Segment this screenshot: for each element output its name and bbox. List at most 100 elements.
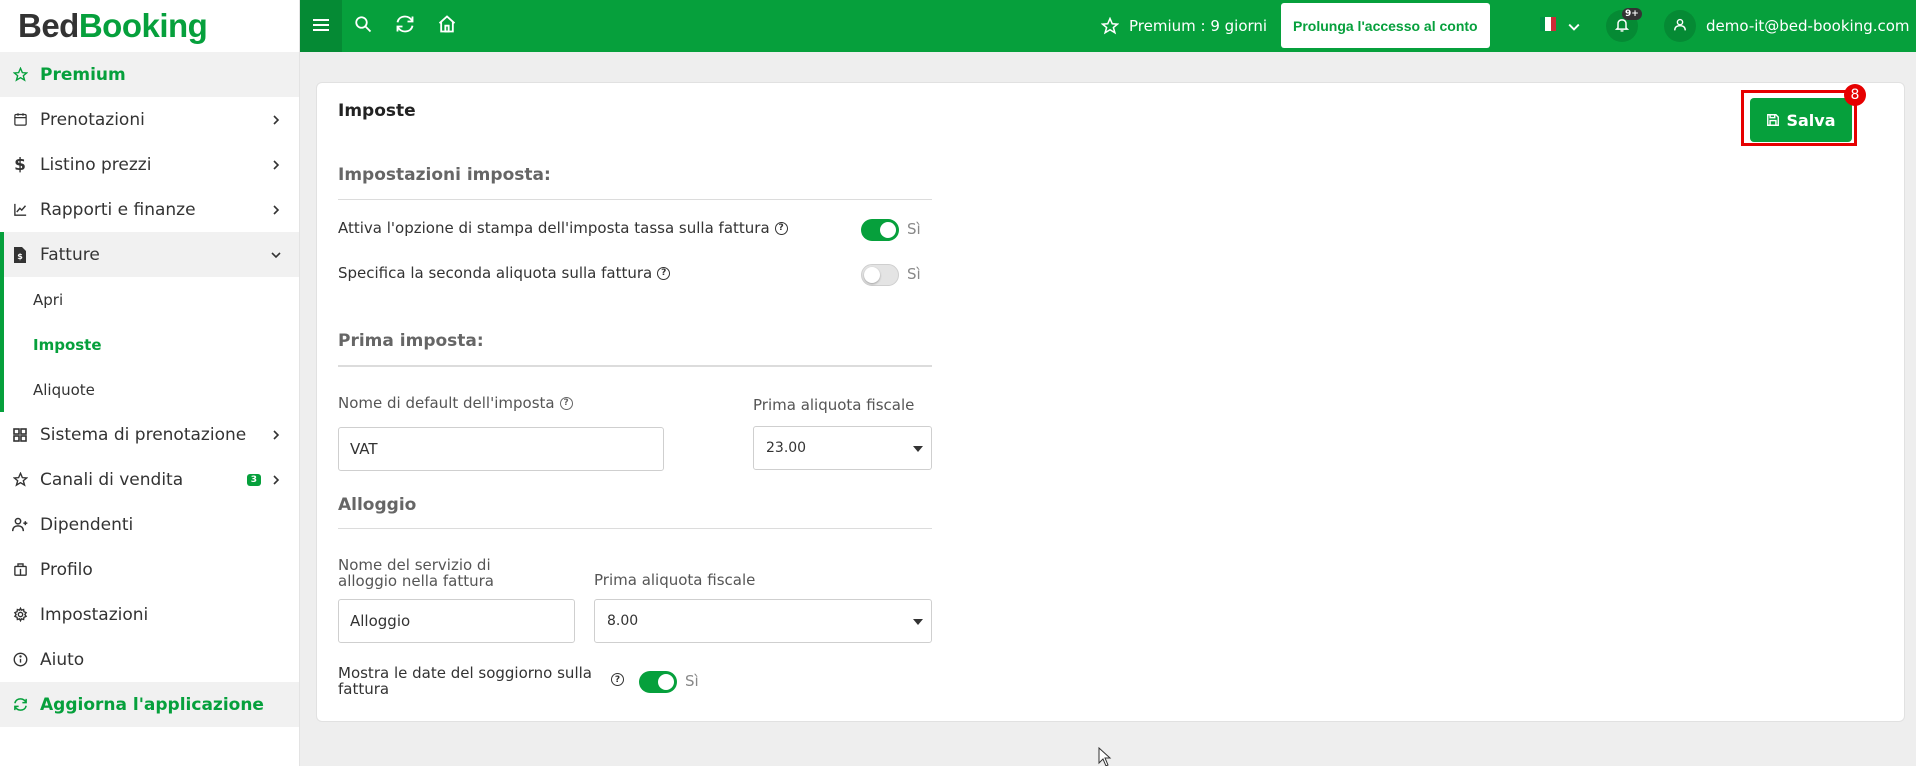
page-title: Imposte: [338, 101, 416, 121]
invoices-submenu: Apri Imposte Aliquote: [0, 277, 299, 412]
gear-icon: [12, 607, 28, 623]
search-button[interactable]: [342, 0, 384, 52]
sidebar-item-label: Impostazioni: [40, 604, 149, 625]
premium-days: 9 giorni: [1210, 17, 1268, 35]
sidebar-item-label: Listino prezzi: [40, 154, 152, 175]
star-icon: [12, 67, 28, 83]
mouse-cursor-icon: [1098, 746, 1112, 766]
menu-toggle-button[interactable]: [300, 0, 342, 52]
default-tax-name-input[interactable]: VAT: [338, 427, 664, 471]
sidebar-item-label: Canali di vendita: [40, 469, 184, 490]
sidebar-subitem-open[interactable]: Apri: [4, 277, 299, 322]
user-avatar[interactable]: [1664, 10, 1696, 42]
sidebar-item-invoices[interactable]: $ Fatture: [0, 232, 299, 277]
sidebar: Bed Booking Premium Prenotazioni $ Listin…: [0, 0, 300, 766]
save-button-label: Salva: [1786, 110, 1836, 130]
divider: [338, 528, 932, 529]
first-tax-heading: Prima imposta:: [338, 331, 484, 351]
app-logo[interactable]: Bed Booking: [0, 0, 299, 52]
second-rate-label: Specifica la seconda aliquota sulla fatt…: [338, 264, 653, 282]
divider: [338, 365, 932, 367]
show-dates-toggle[interactable]: [639, 671, 677, 693]
user-email[interactable]: demo-it@bed-booking.com: [1706, 0, 1910, 52]
search-icon: [354, 15, 372, 37]
language-flag-icon[interactable]: [1540, 17, 1556, 31]
lodging-service-name-input[interactable]: Alloggio: [338, 599, 575, 643]
second-rate-toggle-text: Sì: [907, 265, 921, 283]
logo-text-booking: Booking: [78, 7, 208, 44]
lodging-rate-value: 8.00: [607, 613, 639, 629]
first-tax-rate-select[interactable]: 23.00: [753, 426, 932, 470]
show-dates-toggle-text: Sì: [685, 672, 699, 690]
sidebar-item-settings[interactable]: Impostazioni: [0, 592, 299, 637]
star-icon: [12, 472, 28, 488]
lodging-heading: Alloggio: [338, 495, 417, 515]
sidebar-subitem-taxes[interactable]: Imposte: [4, 322, 299, 367]
sidebar-item-profile[interactable]: Profilo: [0, 547, 299, 592]
home-button[interactable]: [426, 0, 468, 52]
extend-access-button[interactable]: Prolunga l'accesso al conto: [1281, 3, 1490, 48]
sidebar-item-booking-system[interactable]: Sistema di prenotazione: [0, 412, 299, 457]
help-icon[interactable]: ?: [611, 673, 624, 686]
lodging-rate-select[interactable]: 8.00: [594, 599, 932, 643]
chevron-right-icon: [271, 204, 283, 215]
help-icon[interactable]: ?: [559, 396, 573, 410]
lodging-service-name-label: Nome del servizio di alloggio nella fatt…: [338, 556, 494, 590]
second-rate-row: Specifica la seconda aliquota sulla fatt…: [338, 264, 671, 282]
print-tax-toggle[interactable]: [861, 219, 899, 241]
help-icon[interactable]: ?: [774, 221, 788, 235]
default-tax-name-label-row: Nome di default dell'imposta ?: [338, 395, 573, 411]
print-tax-toggle-text: Sì: [907, 220, 921, 238]
floppy-disk-icon: [1766, 113, 1780, 127]
sidebar-item-label: Sistema di prenotazione: [40, 424, 247, 445]
second-rate-toggle[interactable]: [861, 264, 899, 286]
sidebar-item-premium[interactable]: Premium: [0, 52, 299, 97]
sidebar-subitem-rates[interactable]: Aliquote: [4, 367, 299, 412]
sidebar-item-help[interactable]: Aiuto: [0, 637, 299, 682]
sidebar-item-price-list[interactable]: $ Listino prezzi: [0, 142, 299, 187]
caret-down-icon: [913, 619, 923, 625]
calendar-icon: [12, 112, 28, 128]
chevron-down-icon: [271, 250, 283, 260]
show-dates-label: Mostra le date del soggiorno sulla fattu…: [338, 664, 592, 698]
top-bar: Premium : 9 giorni Prolunga l'accesso al…: [300, 0, 1916, 52]
home-icon: [437, 14, 457, 38]
sidebar-item-label: Aiuto: [40, 649, 85, 670]
hamburger-icon: [313, 17, 329, 36]
sidebar-item-label: Rapporti e finanze: [40, 199, 196, 220]
star-icon: [1101, 17, 1119, 35]
user-plus-icon: [12, 517, 28, 533]
first-tax-rate-value: 23.00: [766, 440, 807, 456]
sidebar-item-label: Dipendenti: [40, 514, 134, 535]
refresh-button[interactable]: [384, 0, 426, 52]
lodging-rate-label: Prima aliquota fiscale: [594, 571, 756, 589]
refresh-icon: [395, 14, 415, 38]
svg-text:$: $: [17, 252, 23, 261]
sidebar-item-label: Profilo: [40, 559, 93, 580]
save-button[interactable]: Salva: [1750, 98, 1852, 142]
print-tax-row: Attiva l'opzione di stampa dell'imposta …: [338, 219, 788, 237]
chevron-right-icon: [271, 474, 283, 485]
taxes-card: Imposte Salva 8 Impostazioni imposta: At…: [316, 82, 1905, 722]
help-icon[interactable]: ?: [657, 266, 671, 280]
toggle-knob: [864, 267, 880, 283]
sidebar-item-employees[interactable]: Dipendenti: [0, 502, 299, 547]
premium-label: Premium :: [1129, 17, 1211, 35]
sidebar-item-bookings[interactable]: Prenotazioni: [0, 97, 299, 142]
chevron-down-icon[interactable]: [1568, 18, 1580, 37]
user-icon: [1673, 17, 1687, 36]
notifications-badge: 9+: [1622, 8, 1642, 20]
print-tax-label: Attiva l'opzione di stampa dell'imposta …: [338, 219, 770, 237]
sidebar-item-sales-channels[interactable]: Canali di vendita 3: [0, 457, 299, 502]
grid-icon: [12, 427, 28, 443]
sidebar-item-reports[interactable]: Rapporti e finanze: [0, 187, 299, 232]
caret-down-icon: [913, 446, 923, 452]
logo-text-bed: Bed: [18, 7, 79, 44]
sidebar-item-update-app[interactable]: Aggiorna l'applicazione: [0, 682, 299, 727]
refresh-icon: [12, 697, 28, 713]
channels-count-badge: 3: [246, 473, 261, 486]
info-icon: [12, 652, 28, 668]
sidebar-item-label: Fatture: [40, 244, 100, 265]
chevron-right-icon: [271, 114, 283, 125]
sidebar-item-label: Premium: [40, 64, 126, 85]
